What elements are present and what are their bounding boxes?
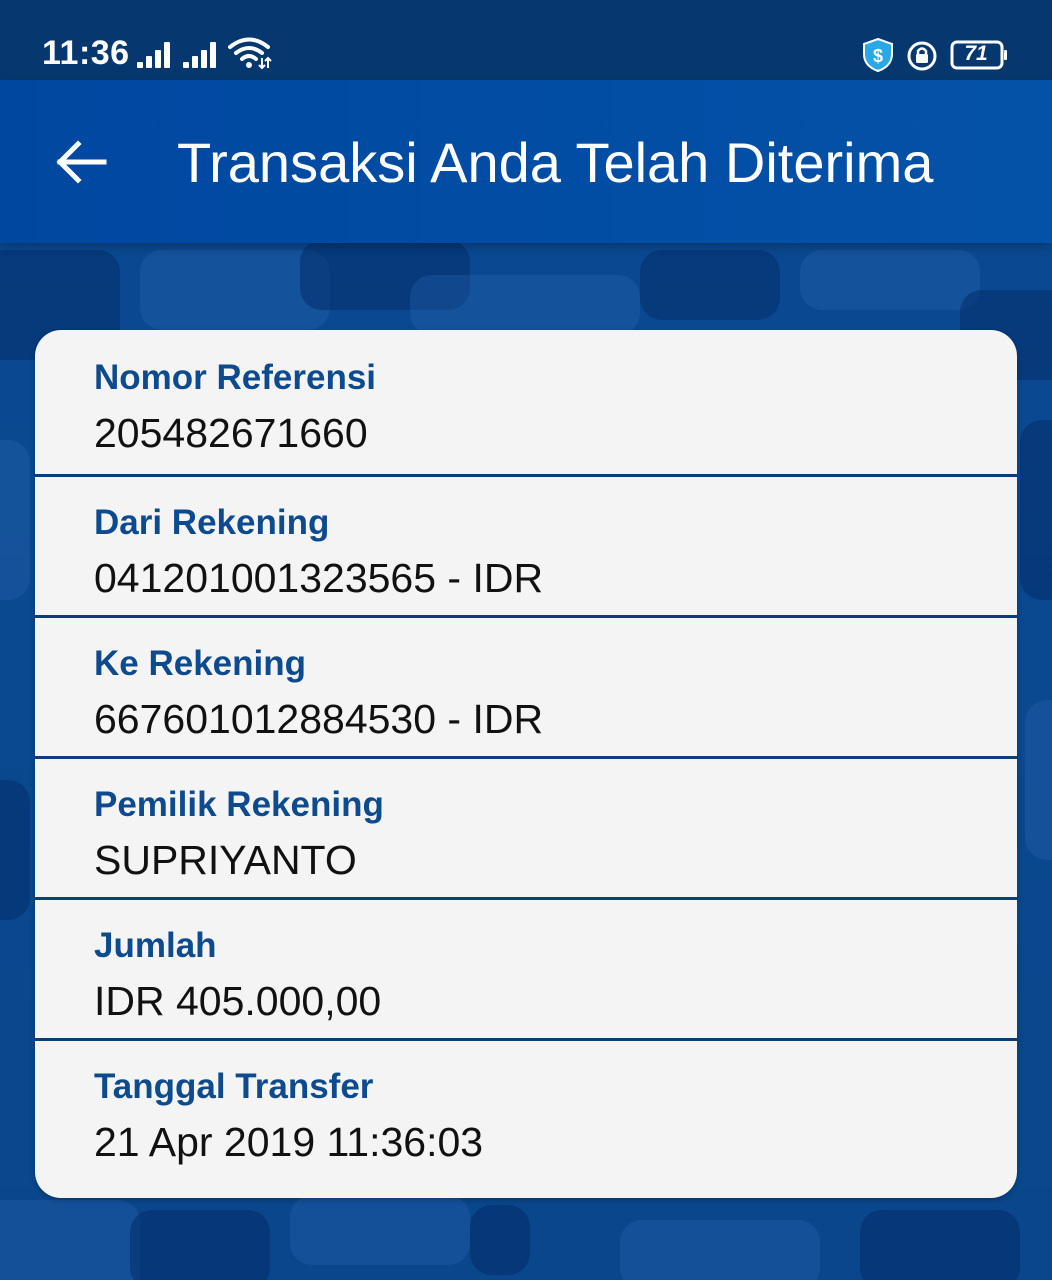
signal-icon <box>183 38 216 68</box>
shield-dollar-icon: $ <box>863 38 893 72</box>
battery-level: 71 <box>964 42 988 65</box>
detail-label: Nomor Referensi <box>94 358 377 397</box>
detail-row-transfer-date: Tanggal Transfer 21 Apr 2019 11:36:03 <box>35 1041 1017 1195</box>
detail-row-reference-number: Nomor Referensi 205482671660 <box>35 330 1017 477</box>
detail-label: Ke Rekening <box>94 644 306 683</box>
status-bar: 11:36 $ 71 <box>0 0 1052 80</box>
detail-value: 667601012884530 - IDR <box>94 696 544 742</box>
screen: 11:36 $ 71 Transaksi Anda Telah Diterima… <box>0 0 1052 1280</box>
detail-value: 041201001323565 - IDR <box>94 555 544 601</box>
detail-label: Pemilik Rekening <box>94 785 384 824</box>
arrow-left-icon <box>56 140 107 184</box>
detail-row-to-account: Ke Rekening 667601012884530 - IDR <box>35 618 1017 759</box>
wifi-icon <box>228 37 272 70</box>
detail-row-amount: Jumlah IDR 405.000,00 <box>35 900 1017 1041</box>
detail-label: Jumlah <box>94 926 217 965</box>
detail-value: 205482671660 <box>94 410 368 456</box>
app-bar: Transaksi Anda Telah Diterima <box>0 80 1052 243</box>
rotation-lock-icon <box>907 41 937 71</box>
status-time: 11:36 <box>42 34 130 72</box>
detail-value: IDR 405.000,00 <box>94 978 382 1024</box>
detail-label: Dari Rekening <box>94 503 330 542</box>
back-button[interactable] <box>40 120 124 204</box>
signal-icon <box>137 38 170 68</box>
detail-row-account-owner: Pemilik Rekening SUPRIYANTO <box>35 759 1017 900</box>
svg-text:$: $ <box>873 46 883 66</box>
detail-value: SUPRIYANTO <box>94 837 357 883</box>
detail-label: Tanggal Transfer <box>94 1067 374 1106</box>
detail-row-from-account: Dari Rekening 041201001323565 - IDR <box>35 477 1017 618</box>
page-title: Transaksi Anda Telah Diterima <box>177 131 934 194</box>
detail-value: 21 Apr 2019 11:36:03 <box>94 1119 484 1165</box>
transaction-detail-card: Nomor Referensi 205482671660 Dari Rekeni… <box>35 330 1017 1198</box>
